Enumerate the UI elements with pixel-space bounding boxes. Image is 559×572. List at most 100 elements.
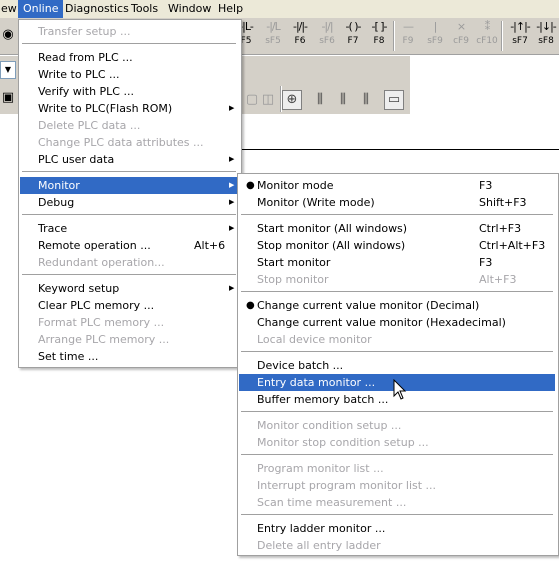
menu-item-label: Start monitor (All windows) bbox=[257, 222, 408, 235]
submenu-arrow-icon: ▶ bbox=[229, 284, 235, 292]
ladder-symbol-f8-button[interactable]: -[ ]- F8 bbox=[367, 20, 391, 50]
menu-tools[interactable]: Tools bbox=[126, 0, 163, 18]
menu-item-label: Device batch ... bbox=[257, 359, 344, 372]
menu-item-transfer-setup[interactable]: Transfer setup ... bbox=[20, 23, 238, 40]
ladder-icon-1[interactable]: ⫼ bbox=[310, 90, 330, 110]
menu-item-label: Change PLC data attributes ... bbox=[38, 136, 204, 149]
menu-item-delete-all-entry-ladder[interactable]: Delete all entry ladder bbox=[239, 537, 555, 554]
menu-separator bbox=[22, 274, 236, 275]
ladder-icon-3[interactable]: ⫼ bbox=[356, 90, 376, 110]
menu-item-stop-monitor[interactable]: Stop monitor Alt+F3 bbox=[239, 271, 555, 288]
menu-item-monitor[interactable]: Monitor (Write mode) Shift+F3 bbox=[239, 194, 555, 211]
menu-item-format-plc-memory[interactable]: Format PLC memory ... bbox=[20, 314, 238, 331]
menu-item-label: Delete PLC data ... bbox=[38, 119, 141, 132]
ladder-symbol-cf9-button[interactable]: × cF9 bbox=[449, 20, 473, 50]
menu-item-plc-user-data[interactable]: PLC user data ▶ bbox=[20, 151, 238, 168]
menu-item-device-batch[interactable]: Device batch ... bbox=[239, 357, 555, 374]
dropdown-button[interactable]: ▼ bbox=[0, 61, 16, 79]
menu-item-label: Delete all entry ladder bbox=[257, 539, 381, 552]
menu-item-label: Trace bbox=[38, 222, 68, 235]
ladder-symbol-f9-button[interactable]: — F9 bbox=[396, 20, 420, 50]
menu-item-change-current-value-monitor[interactable]: Change current value monitor (Hexadecima… bbox=[239, 314, 555, 331]
menu-item-set-time[interactable]: Set time ... bbox=[20, 348, 238, 365]
ladder-symbol-sf5-button[interactable]: -|/L sF5 bbox=[261, 20, 285, 50]
ladder-symbol-icon: -|/| bbox=[321, 20, 333, 33]
ladder-symbol-sf8-button[interactable]: -|↓|- sF8 bbox=[534, 21, 558, 50]
menu-item-interrupt-program-monitor-list[interactable]: Interrupt program monitor list ... bbox=[239, 477, 555, 494]
function-key-label: sF7 bbox=[512, 36, 528, 46]
ladder-symbol-icon: — bbox=[403, 20, 414, 33]
help-icon[interactable]: ◉ bbox=[0, 27, 16, 47]
menu-separator bbox=[22, 214, 236, 215]
menu-item-remote-operation[interactable]: Remote operation ... Alt+6 bbox=[20, 237, 238, 254]
ladder-symbol-f6-button[interactable]: -|/|- F6 bbox=[288, 20, 312, 50]
menu-item-change-plc-data-attributes[interactable]: Change PLC data attributes ... bbox=[20, 134, 238, 151]
menu-item-keyword-setup[interactable]: Keyword setup ▶ bbox=[20, 280, 238, 297]
menu-item-monitor[interactable]: Monitor ▶ bbox=[20, 177, 238, 194]
menu-item-scan-time-measurement[interactable]: Scan time measurement ... bbox=[239, 494, 555, 511]
submenu-arrow-icon: ▶ bbox=[229, 155, 235, 163]
ladder-symbol-sf6-button[interactable]: -|/| sF6 bbox=[315, 20, 339, 50]
menu-item-write-to-plc[interactable]: Write to PLC ... bbox=[20, 66, 238, 83]
menu-item-label: Monitor bbox=[38, 179, 80, 192]
ladder-symbol-icon: -|/|- bbox=[292, 20, 308, 33]
menu-item-delete-plc-data[interactable]: Delete PLC data ... bbox=[20, 117, 238, 134]
menu-item-debug[interactable]: Debug ▶ bbox=[20, 194, 238, 211]
menu-item-label: Entry data monitor ... bbox=[257, 376, 376, 389]
menu-separator bbox=[22, 171, 236, 172]
menu-item-shortcut: Alt+6 bbox=[194, 239, 226, 252]
menu-item-program-monitor-list[interactable]: Program monitor list ... bbox=[239, 460, 555, 477]
menu-item-arrange-plc-memory[interactable]: Arrange PLC memory ... bbox=[20, 331, 238, 348]
menu-help[interactable]: Help bbox=[213, 0, 248, 18]
menu-item-label: Entry ladder monitor ... bbox=[257, 522, 386, 535]
menu-item-label: PLC user data bbox=[38, 153, 115, 166]
menu-item-label: Interrupt program monitor list ... bbox=[257, 479, 437, 492]
ladder-symbol-icon: -|/L bbox=[266, 20, 281, 33]
ladder-icon-2[interactable]: ⫼ bbox=[333, 90, 353, 110]
menu-item-start-monitor[interactable]: Start monitor F3 bbox=[239, 254, 555, 271]
menu-item-shortcut: Alt+F3 bbox=[479, 273, 517, 286]
function-key-label: sF6 bbox=[319, 36, 335, 46]
toolbar-separator bbox=[393, 21, 395, 51]
menu-online[interactable]: Online bbox=[18, 0, 64, 18]
menu-item-label: Debug bbox=[38, 196, 75, 209]
ladder-symbol-sf7-button[interactable]: -|↑|- sF7 bbox=[508, 20, 532, 50]
menu-item-label: Arrange PLC memory ... bbox=[38, 333, 170, 346]
editor-border bbox=[240, 149, 559, 150]
menu-item-read-from-plc[interactable]: Read from PLC ... bbox=[20, 49, 238, 66]
window-arrange-icon[interactable]: ◫ bbox=[258, 90, 278, 110]
ladder-symbol-f7-button[interactable]: -( )- F7 bbox=[341, 21, 365, 50]
menu-item-redundant-operation[interactable]: Redundant operation... bbox=[20, 254, 238, 271]
menu-item-monitor-condition-setup[interactable]: Monitor condition setup ... bbox=[239, 417, 555, 434]
menu-item-entry-ladder-monitor[interactable]: Entry ladder monitor ... bbox=[239, 520, 555, 537]
menu-item-monitor-stop-condition-setup[interactable]: Monitor stop condition setup ... bbox=[239, 434, 555, 451]
menu-item-verify-with-plc[interactable]: Verify with PLC ... bbox=[20, 83, 238, 100]
menu-item-label: Program monitor list ... bbox=[257, 462, 384, 475]
menu-item-local-device-monitor[interactable]: Local device monitor bbox=[239, 331, 555, 348]
menu-item-clear-plc-memory[interactable]: Clear PLC memory ... bbox=[20, 297, 238, 314]
menu-item-start-monitor[interactable]: Start monitor (All windows) Ctrl+F3 bbox=[239, 220, 555, 237]
menu-item-label: Monitor condition setup ... bbox=[257, 419, 402, 432]
ladder-symbol-sf9-button[interactable]: | sF9 bbox=[423, 21, 447, 50]
menu-item-label: Format PLC memory ... bbox=[38, 316, 165, 329]
ladder-symbol-icon: -[ ]- bbox=[371, 20, 387, 33]
mouse-cursor-icon bbox=[393, 379, 407, 400]
menu-item-stop-monitor[interactable]: Stop monitor (All windows) Ctrl+Alt+F3 bbox=[239, 237, 555, 254]
menu-item-trace[interactable]: Trace ▶ bbox=[20, 220, 238, 237]
ladder-symbol-cf10-button[interactable]: ⁑ cF10 bbox=[475, 21, 499, 50]
menu-item-label: Set time ... bbox=[38, 350, 99, 363]
zoom-icon[interactable]: ⊕ bbox=[282, 90, 302, 110]
menu-diagnostics[interactable]: Diagnostics bbox=[60, 0, 134, 18]
menu-item-write-to-plc[interactable]: Write to PLC(Flash ROM) ▶ bbox=[20, 100, 238, 117]
menu-window[interactable]: Window bbox=[163, 0, 216, 18]
menu-item-change-current-value-monitor[interactable]: ● Change current value monitor (Decimal) bbox=[239, 297, 555, 314]
menu-item-label: Monitor (Write mode) bbox=[257, 196, 375, 209]
ladder-symbol-icon: × bbox=[456, 20, 466, 33]
menu-item-monitor-mode[interactable]: ● Monitor mode F3 bbox=[239, 177, 555, 194]
monitor-icon[interactable]: ▭ bbox=[384, 90, 404, 110]
menu-item-shortcut: Ctrl+F3 bbox=[479, 222, 522, 235]
ladder-symbol-icon: -|↑|- bbox=[510, 20, 531, 33]
menu-item-label: Redundant operation... bbox=[38, 256, 165, 269]
device-icon[interactable]: ▣ bbox=[0, 90, 16, 110]
menu-item-label: Remote operation ... bbox=[38, 239, 151, 252]
